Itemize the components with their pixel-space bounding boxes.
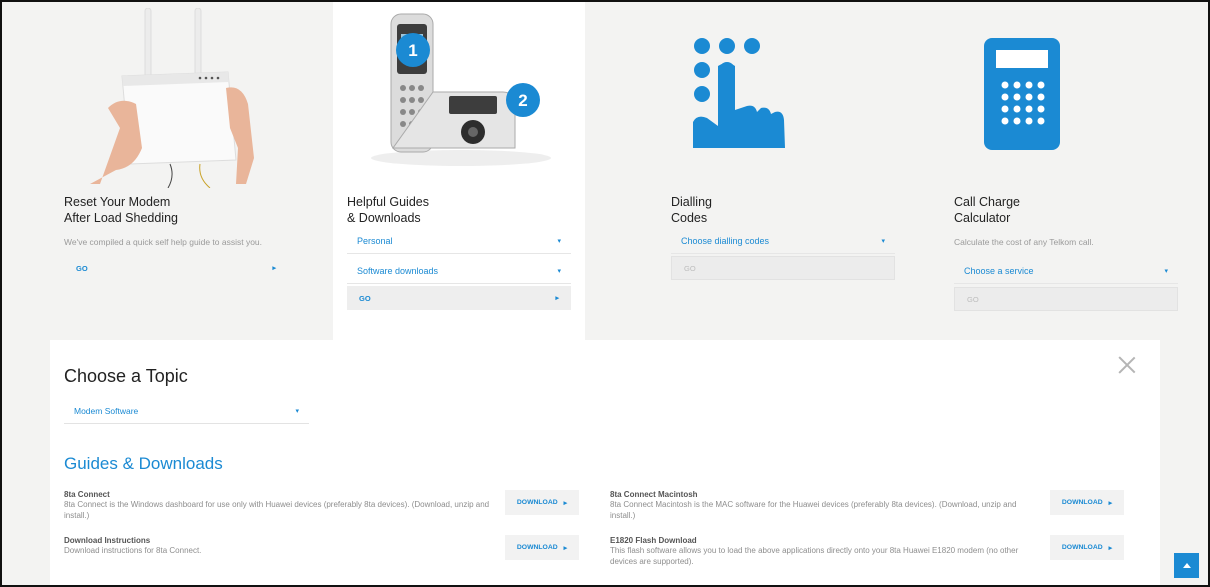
panel-heading: Choose a Topic xyxy=(64,366,188,386)
go-label: GO xyxy=(359,293,371,303)
service-cards: Reset Your Modem After Load Shedding We'… xyxy=(50,0,1178,345)
select-value: Software downloads xyxy=(357,265,439,276)
chevron-right-icon: ▸ xyxy=(555,295,559,302)
personal-select[interactable]: Personal ▾ xyxy=(347,228,571,254)
go-button[interactable]: GO ▸ xyxy=(64,256,288,280)
chevron-right-icon: ▸ xyxy=(563,544,568,552)
go-button[interactable]: GO xyxy=(671,256,895,280)
chevron-down-icon: ▾ xyxy=(1164,267,1168,275)
badge-1: 1 xyxy=(408,41,417,60)
calculator-icon xyxy=(984,38,1060,150)
topic-select[interactable]: Modem Software ▾ xyxy=(64,398,309,424)
software-downloads-select[interactable]: Software downloads ▾ xyxy=(347,258,571,284)
card-description: We've compiled a quick self help guide t… xyxy=(64,237,263,247)
go-label: GO xyxy=(684,263,696,273)
chevron-down-icon: ▾ xyxy=(295,407,299,415)
download-label: DOWNLOAD xyxy=(516,544,558,551)
download-description: 8ta Connect Macintosh is the MAC softwar… xyxy=(610,500,1017,520)
select-value: Modem Software xyxy=(74,405,139,416)
download-button[interactable]: DOWNLOAD ▸ xyxy=(1050,535,1124,560)
chevron-down-icon: ▾ xyxy=(557,237,561,245)
download-description: 8ta Connect is the Windows dashboard for… xyxy=(64,500,490,520)
download-button[interactable]: DOWNLOAD ▸ xyxy=(505,490,579,515)
select-value: Choose a service xyxy=(964,265,1034,276)
card-title: Reset Your Modem After Load Shedding xyxy=(64,195,178,225)
card-call-charge-calculator: Call Charge Calculator Calculate the cos… xyxy=(874,0,1178,340)
go-label: GO xyxy=(967,294,979,304)
card-guides-downloads: 1 2 Helpful Guides & Downloads Personal … xyxy=(333,0,585,345)
phone-image: 1 2 xyxy=(371,13,551,166)
download-label: DOWNLOAD xyxy=(516,499,558,506)
download-button[interactable]: DOWNLOAD ▸ xyxy=(505,535,579,560)
download-button[interactable]: DOWNLOAD ▸ xyxy=(1050,490,1124,515)
go-button[interactable]: GO ▸ xyxy=(347,286,571,310)
modem-image xyxy=(90,8,254,188)
download-label: DOWNLOAD xyxy=(1061,544,1103,551)
badge-2: 2 xyxy=(518,91,527,110)
card-title: Helpful Guides & Downloads xyxy=(347,195,429,225)
scroll-to-top-icon[interactable] xyxy=(1174,553,1199,578)
dialling-codes-select[interactable]: Choose dialling codes ▾ xyxy=(671,228,895,254)
select-value: Choose dialling codes xyxy=(681,235,770,246)
select-value: Personal xyxy=(357,235,393,246)
go-label: GO xyxy=(76,263,88,273)
dialpad-hand-icon xyxy=(693,38,785,148)
section-title: Guides & Downloads xyxy=(64,454,223,473)
chevron-right-icon: ▸ xyxy=(1108,499,1113,507)
close-icon[interactable] xyxy=(1118,356,1136,374)
chevron-right-icon: ▸ xyxy=(1108,544,1113,552)
go-button[interactable]: GO xyxy=(954,287,1178,311)
card-reset-modem: Reset Your Modem After Load Shedding We'… xyxy=(50,0,333,340)
card-description: Calculate the cost of any Telkom call. xyxy=(954,237,1094,247)
download-label: DOWNLOAD xyxy=(1061,499,1103,506)
choose-topic-panel: Choose a Topic Modem Software ▾ Guides &… xyxy=(50,340,1160,587)
download-description: Download instructions for 8ta Connect. xyxy=(64,546,202,555)
chevron-right-icon: ▸ xyxy=(563,499,568,507)
card-title: Call Charge Calculator xyxy=(954,195,1021,225)
service-select[interactable]: Choose a service ▾ xyxy=(954,258,1178,284)
card-dialling-codes: Dialling Codes Choose dialling codes ▾ G… xyxy=(585,0,895,340)
card-title: Dialling Codes xyxy=(671,195,712,225)
chevron-down-icon: ▾ xyxy=(557,267,561,275)
chevron-right-icon: ▸ xyxy=(272,265,276,272)
download-description: This flash software allows you to load t… xyxy=(610,546,1019,566)
